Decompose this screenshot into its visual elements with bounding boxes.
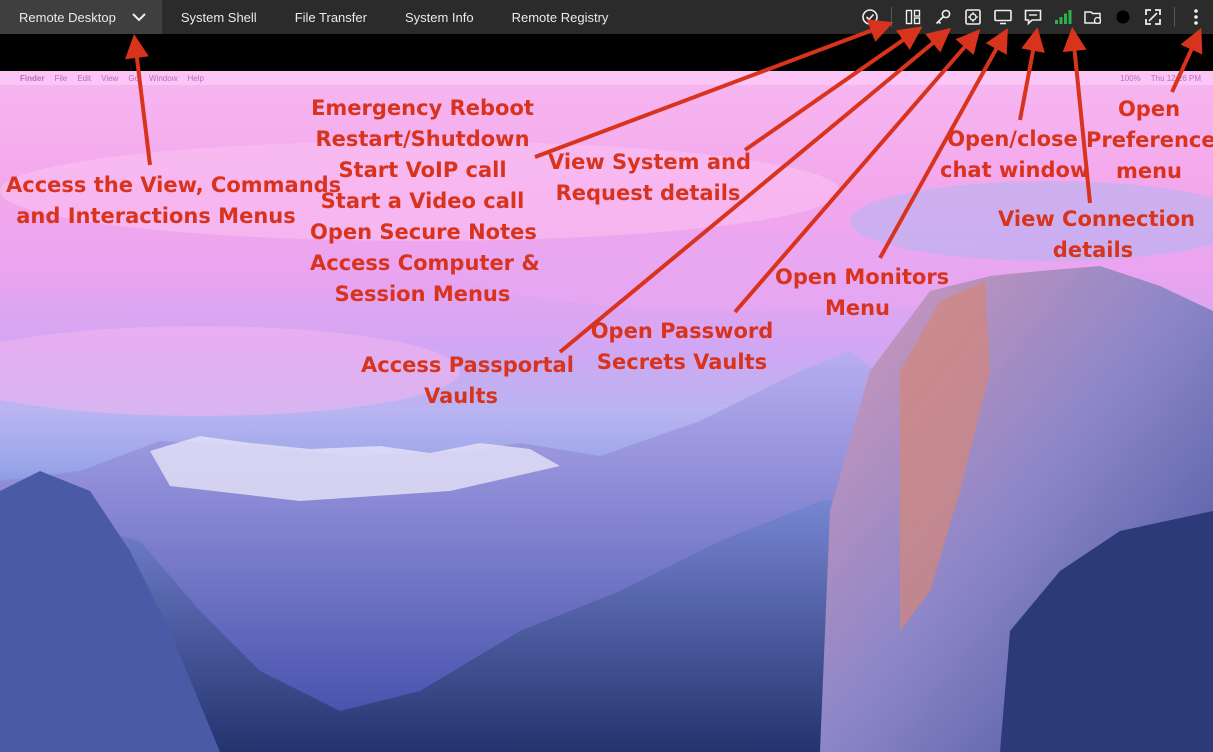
tab-label: File Transfer bbox=[294, 9, 367, 25]
menu-view[interactable]: View bbox=[101, 74, 118, 83]
signal-bars-icon[interactable] bbox=[1052, 6, 1074, 28]
folder-settings-icon[interactable] bbox=[1082, 6, 1104, 28]
mac-clock[interactable]: Thu 12:26 PM bbox=[1151, 74, 1201, 83]
chevron-down-icon[interactable] bbox=[132, 12, 146, 22]
tab-label: Remote Registry bbox=[511, 9, 609, 25]
annotation-connection: View Connection details bbox=[998, 207, 1196, 262]
more-vertical-icon[interactable] bbox=[1185, 6, 1207, 28]
annotation-view-menus: Access the View, Commands and Interactio… bbox=[6, 173, 342, 228]
toolbar-icons bbox=[859, 0, 1213, 34]
tab-system-shell[interactable]: System Shell bbox=[162, 0, 276, 34]
annotation-passportal: Access Passportal Vaults bbox=[361, 353, 574, 408]
menu-file[interactable]: File bbox=[54, 74, 67, 83]
menu-help[interactable]: Help bbox=[187, 74, 203, 83]
session-letterbox bbox=[0, 34, 1213, 71]
chat-icon[interactable] bbox=[1022, 6, 1044, 28]
menu-window[interactable]: Window bbox=[149, 74, 177, 83]
annotation-system-details: View System and Request details bbox=[548, 150, 751, 205]
menu-go[interactable]: Go bbox=[128, 74, 139, 83]
view-panels-icon[interactable] bbox=[902, 6, 924, 28]
tab-label: System Shell bbox=[180, 9, 257, 25]
annotation-emergency-menu: Emergency Reboot Restart/Shutdown Start … bbox=[310, 96, 540, 306]
annotation-preferences: Open Preferences menu bbox=[1086, 97, 1213, 183]
fullscreen-icon[interactable] bbox=[1142, 6, 1164, 28]
tab-system-info[interactable]: System Info bbox=[386, 0, 493, 34]
remote-session-toolbar: Remote Desktop System Shell File Transfe… bbox=[0, 0, 1213, 34]
annotation-password-secrets: Open Password Secrets Vaults bbox=[590, 319, 774, 374]
monitor-icon[interactable] bbox=[992, 6, 1014, 28]
tab-label: System Info bbox=[404, 9, 474, 25]
toolbar-divider bbox=[891, 7, 892, 27]
tab-remote-registry[interactable]: Remote Registry bbox=[493, 0, 628, 34]
record-dot-icon[interactable] bbox=[1112, 6, 1134, 28]
mac-status-area: 100% Thu 12:26 PM bbox=[1110, 71, 1201, 85]
battery-status[interactable]: 100% bbox=[1120, 74, 1140, 83]
power-check-icon[interactable] bbox=[859, 6, 881, 28]
tab-remote-desktop[interactable]: Remote Desktop bbox=[0, 0, 162, 34]
toolbar-divider bbox=[1174, 7, 1175, 27]
key-icon[interactable] bbox=[932, 6, 954, 28]
tab-label: Remote Desktop bbox=[19, 9, 116, 25]
mac-menubar: Finder File Edit View Go Window Help 100… bbox=[0, 71, 1213, 85]
menu-finder[interactable]: Finder bbox=[20, 74, 44, 83]
annotation-monitors: Open Monitors Menu bbox=[775, 265, 950, 320]
tab-file-transfer[interactable]: File Transfer bbox=[276, 0, 386, 34]
vault-icon[interactable] bbox=[962, 6, 984, 28]
menu-edit[interactable]: Edit bbox=[77, 74, 91, 83]
annotation-chat: Open/close chat window bbox=[940, 127, 1090, 182]
